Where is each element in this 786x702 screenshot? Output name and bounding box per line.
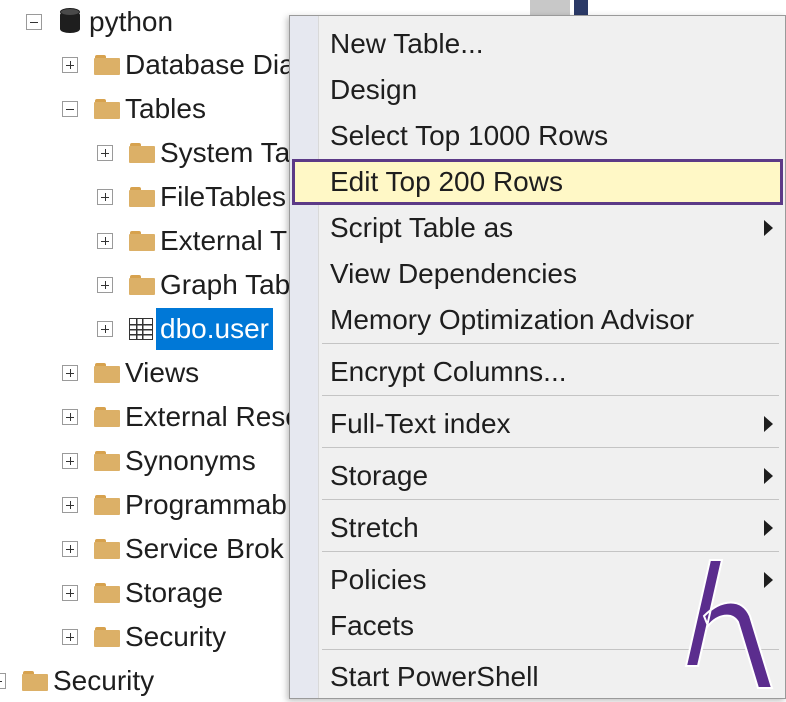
tree-node[interactable]: Views [0,352,290,394]
folder-icon [94,627,120,647]
tree-node-label[interactable]: python [89,1,173,43]
menu-item-stretch[interactable]: Stretch [292,505,783,551]
folder-icon [94,583,120,603]
tree-node[interactable]: Security [0,616,290,658]
tree-node-label[interactable]: System Ta [160,132,290,174]
menu-item-label: Start PowerShell [330,661,539,692]
menu-item-label: Storage [330,460,429,491]
tree-node-label[interactable]: Synonyms [125,440,256,482]
folder-icon [129,143,155,163]
menu-item-storage[interactable]: Storage [292,453,783,499]
expand-icon[interactable] [62,409,78,425]
tree-node[interactable]: Graph Tab [0,264,290,306]
tree-node[interactable]: Service Brok [0,528,290,570]
tree-node[interactable]: Synonyms [0,440,290,482]
menu-item-design[interactable]: Design [292,67,783,113]
expand-icon[interactable] [97,321,113,337]
menu-separator [322,499,779,500]
menu-item-label: Memory Optimization Advisor [330,304,695,335]
expand-icon[interactable] [62,629,78,645]
menu-item-label: Script Table as [330,212,514,243]
tree-node-label[interactable]: Views [125,352,199,394]
expand-icon[interactable] [62,585,78,601]
tree-node-label[interactable]: External T [160,220,287,262]
menu-item-view-dependencies[interactable]: View Dependencies [292,251,783,297]
menu-item-full-text-index[interactable]: Full-Text index [292,401,783,447]
folder-icon [129,275,155,295]
folder-icon [94,407,120,427]
menu-item-label: Policies [330,564,427,595]
tree-node-label-selected[interactable]: dbo.user [156,308,273,350]
menu-item-label: Select Top 1000 Rows [330,120,609,151]
tree-node[interactable]: Database Dia [0,44,295,86]
tree-node-label[interactable]: Storage [125,572,223,614]
tree-node[interactable]: Security [0,660,290,702]
tree-node[interactable]: External T [0,220,290,262]
expand-icon[interactable] [97,189,113,205]
tree-node[interactable]: External Reso [0,396,301,438]
menu-item-edit-top-200-rows[interactable]: Edit Top 200 Rows [292,159,783,205]
expand-icon[interactable] [97,233,113,249]
tree-node[interactable]: System Ta [0,132,290,174]
tree-node-label[interactable]: Service Brok [125,528,284,570]
menu-item-script-table-as[interactable]: Script Table as [292,205,783,251]
expand-icon[interactable] [0,673,6,689]
expand-icon[interactable] [62,497,78,513]
tree-node-label[interactable]: External Reso [125,396,301,438]
menu-item-memory-optimization-advisor[interactable]: Memory Optimization Advisor [292,297,783,343]
menu-separator [322,447,779,448]
submenu-arrow-icon [764,220,773,236]
tree-node[interactable]: FileTables [0,176,290,218]
folder-icon [94,539,120,559]
menu-item-label: New Table... [330,28,484,59]
menu-item-label: Edit Top 200 Rows [330,166,563,197]
folder-icon [94,451,120,471]
expand-icon[interactable] [62,365,78,381]
folder-icon [94,495,120,515]
expand-icon[interactable] [62,541,78,557]
tree-node-label[interactable]: Database Dia [125,44,295,86]
expand-icon[interactable] [97,277,113,293]
tree-node-label[interactable]: Graph Tab [160,264,290,306]
tree-node-label[interactable]: Security [125,616,226,658]
tree-node[interactable]: python [0,1,290,43]
expand-icon[interactable] [97,145,113,161]
database-icon [60,8,80,36]
tree-node[interactable]: Programmab [0,484,290,526]
tree-node[interactable]: Storage [0,572,290,614]
folder-icon [129,187,155,207]
folder-icon [94,99,120,119]
menu-item-label: Facets [330,610,415,641]
collapse-icon[interactable] [26,14,42,30]
folder-icon [94,363,120,383]
submenu-arrow-icon [764,468,773,484]
menu-item-label: Design [330,74,418,105]
folder-icon [129,231,155,251]
collapse-icon[interactable] [62,101,78,117]
folder-icon [94,55,120,75]
menu-separator [322,551,779,552]
menu-item-encrypt-columns[interactable]: Encrypt Columns... [292,349,783,395]
menu-separator [322,395,779,396]
tree-node-label[interactable]: FileTables [160,176,286,218]
expand-icon[interactable] [62,57,78,73]
menu-item-label: Full-Text index [330,408,511,439]
submenu-arrow-icon [764,520,773,536]
submenu-arrow-icon [764,416,773,432]
folder-icon [22,671,48,691]
h-logo-icon [684,559,774,689]
tree-node-label[interactable]: Programmab [125,484,287,526]
menu-separator [322,343,779,344]
menu-item-select-top-1000-rows[interactable]: Select Top 1000 Rows [292,113,783,159]
tree-node[interactable]: Tables [0,88,290,130]
tree-node-label[interactable]: Security [53,660,154,702]
menu-item-label: Encrypt Columns... [330,356,567,387]
table-icon [129,318,153,340]
menu-item-new-table[interactable]: New Table... [292,21,783,67]
tree-node[interactable]: dbo.user [0,308,290,350]
menu-item-label: Stretch [330,512,419,543]
tree-node-label[interactable]: Tables [125,88,206,130]
expand-icon[interactable] [62,453,78,469]
menu-item-label: View Dependencies [330,258,577,289]
